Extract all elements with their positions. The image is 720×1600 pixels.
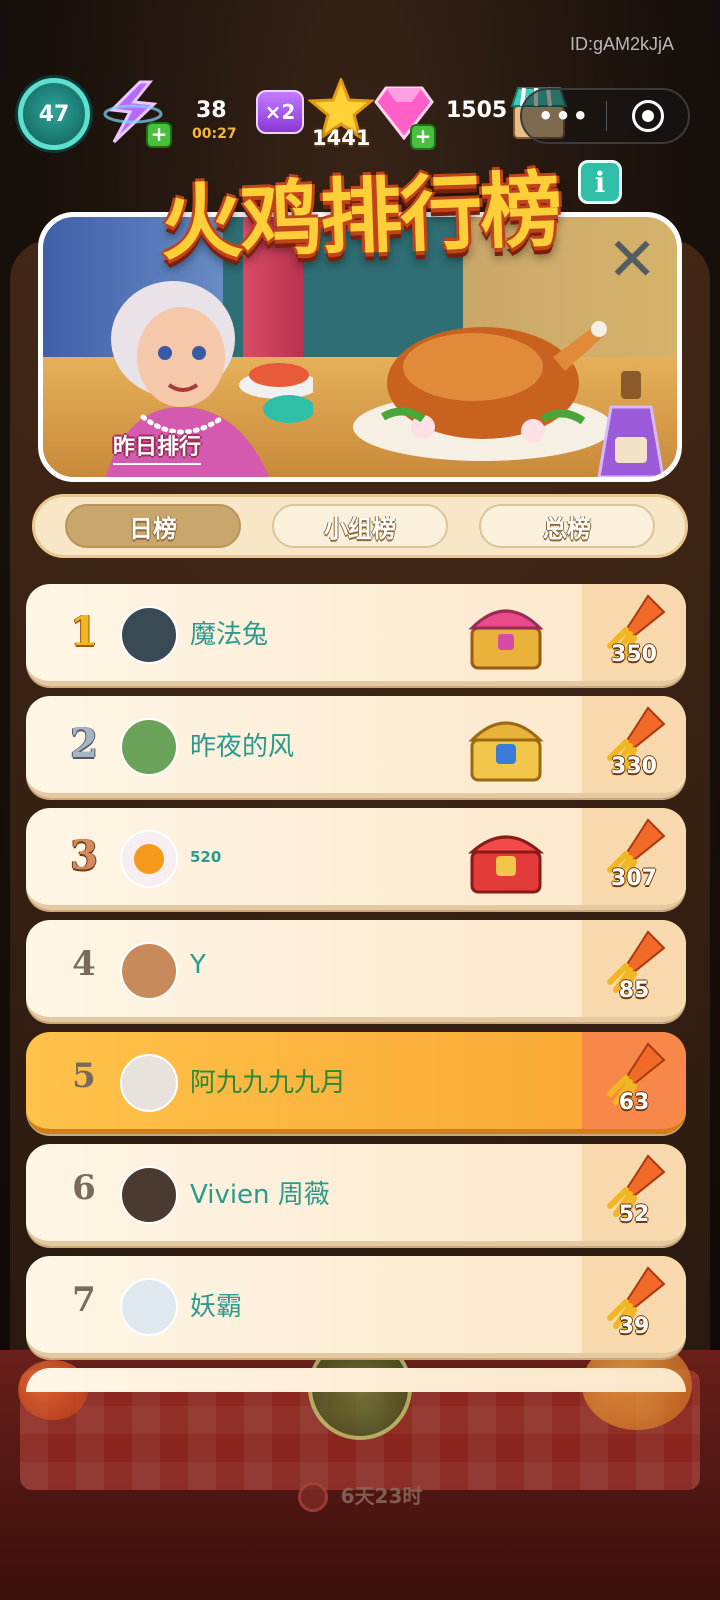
player-name: 魔法兔 [190,620,269,650]
rank-number: 2 [70,720,98,767]
leaderboard-row[interactable]: 1 魔法兔 350 [26,584,686,686]
reward-value: 52 [618,1202,650,1227]
event-timer-text: 6天23时 [340,1483,423,1508]
tab-total[interactable]: 总榜 [479,504,655,548]
player-name: 520 [190,848,222,866]
leaderboard-row-partial[interactable] [26,1368,686,1392]
rank-number: 3 [70,832,98,879]
reward-cell: 85 [582,920,686,1017]
energy-timer: 00:27 [192,126,237,142]
leaderboard-row-current-player[interactable]: 5 阿九九九九月 63 [26,1032,686,1134]
avatar [120,942,178,1000]
reward-cell: 330 [582,696,686,793]
pink-chest-icon[interactable] [466,594,546,674]
info-button[interactable]: i [578,160,622,204]
clock-icon [297,1482,328,1512]
avatar [120,830,178,888]
mini-program-capsule: ••• [520,88,690,144]
avatar [120,718,178,776]
player-name: 阿九九九九月 [190,1068,347,1098]
tab-group[interactable]: 小组榜 [272,504,448,548]
level-badge[interactable]: 47 [18,78,90,150]
leaderboard-row[interactable]: 3 520 307 [26,808,686,910]
leaderboard-row[interactable]: 2 昨夜的风 330 [26,696,686,798]
tab-daily[interactable]: 日榜 [65,504,241,548]
rank-number: 5 [72,1056,96,1096]
reward-value: 350 [611,642,657,667]
player-id: ID:gAM2kJjA [569,34,674,54]
reward-value: 307 [611,866,657,891]
bottle-icon [597,371,665,477]
leaderboard-row[interactable]: 6 Vivien 周薇 52 [26,1144,686,1246]
reward-cell: 63 [582,1032,686,1129]
event-timer: 6天23时 [0,1480,720,1512]
multiplier-badge[interactable]: ×2 [256,90,304,134]
roast-turkey-icon [353,321,613,461]
gem-count: 1505 [446,98,508,123]
player-name: Y [190,950,206,980]
more-menu-button[interactable]: ••• [522,102,606,130]
player-name: Vivien 周薇 [190,1180,330,1210]
blue-chest-icon[interactable] [466,706,546,786]
player-name: 妖霸 [190,1292,243,1322]
star-count: 1441 [312,126,371,150]
player-name: 昨夜的风 [190,732,295,762]
ranking-tabs: 日榜 小组榜 总榜 [32,494,688,558]
reward-value: 39 [618,1314,650,1339]
avatar [120,1278,178,1336]
yesterday-ranking-link[interactable]: 昨日排行 [113,429,202,465]
leaderboard-row[interactable]: 7 妖霸 39 [26,1256,686,1358]
rank-number: 4 [72,944,96,984]
hud-bar: 47 + 38 00:27 ×2 1441 + 1505 ••• [18,78,690,150]
leaderboard-row[interactable]: 4 Y 85 [26,920,686,1022]
reward-value: 63 [618,1090,650,1115]
rank-number: 1 [70,608,98,655]
rank-number: 7 [72,1280,96,1320]
reward-cell: 307 [582,808,686,905]
close-miniprogram-button[interactable] [607,100,688,132]
avatar [120,606,178,664]
energy-count: 38 [196,98,227,123]
rank-number: 6 [72,1168,96,1208]
avatar [120,1054,178,1112]
reward-cell: 52 [582,1144,686,1241]
reward-value: 330 [611,754,657,779]
add-energy-button[interactable]: + [146,122,172,148]
red-chest-icon[interactable] [466,818,546,898]
avatar [120,1166,178,1224]
target-icon [631,100,664,132]
reward-cell: 39 [582,1256,686,1353]
reward-value: 85 [618,978,650,1003]
reward-cell: 350 [582,584,686,681]
leaderboard-list[interactable]: 1 魔法兔 350 2 昨夜的风 330 3 520 307 4 Y 85 5 … [26,584,686,1392]
add-gems-button[interactable]: + [410,124,436,150]
